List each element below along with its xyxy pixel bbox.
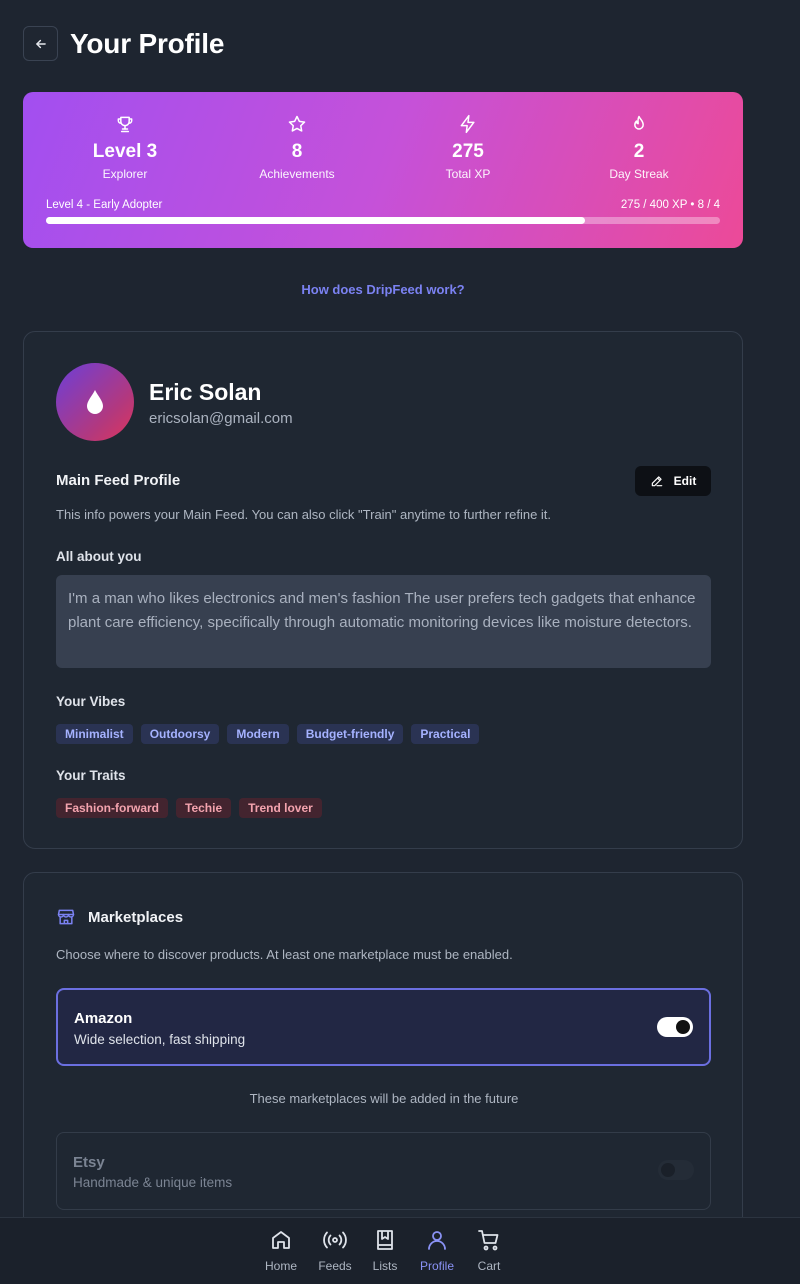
stat-day-streak: 2 Day Streak	[564, 114, 714, 181]
traits-title: Your Traits	[56, 768, 126, 783]
nav-label: Cart	[477, 1259, 501, 1273]
user-icon	[412, 1228, 462, 1254]
back-button[interactable]	[23, 26, 58, 61]
profile-page: Your Profile Level 3 Explorer 8 Achievem…	[0, 0, 800, 1284]
nav-label: Feeds	[318, 1259, 352, 1273]
marketplace-subtitle: Wide selection, fast shipping	[74, 1032, 246, 1047]
xp-progress-text: 275 / 400 XP • 8 / 4	[620, 199, 720, 211]
stat-value: 2	[633, 141, 645, 162]
nav-lists[interactable]: Lists	[360, 1228, 410, 1273]
cart-icon	[464, 1228, 514, 1254]
scroll-area[interactable]: Your Profile Level 3 Explorer 8 Achievem…	[0, 0, 800, 1217]
trait-tag: Techie	[176, 798, 232, 818]
edit-button[interactable]: Edit	[635, 466, 711, 496]
future-marketplaces-note: These marketplaces will be added in the …	[249, 1091, 519, 1106]
stat-value: 275	[452, 141, 484, 162]
main-feed-title: Main Feed Profile	[56, 472, 181, 489]
about-title: All about you	[56, 549, 142, 564]
etsy-toggle	[658, 1160, 694, 1180]
pencil-icon	[651, 476, 662, 487]
main-feed-description: This info powers your Main Feed. You can…	[56, 507, 552, 522]
nav-label: Lists	[372, 1259, 398, 1273]
toggle-knob	[676, 1020, 690, 1034]
page-header: Your Profile	[23, 26, 224, 61]
nav-home[interactable]: Home	[256, 1228, 306, 1273]
stat-level: Level 3 Explorer	[50, 114, 200, 181]
amazon-toggle[interactable]	[657, 1017, 693, 1037]
marketplace-name: Etsy	[73, 1154, 105, 1171]
star-icon	[222, 114, 372, 136]
vibes-title: Your Vibes	[56, 694, 126, 709]
trait-tag: Fashion-forward	[56, 798, 169, 818]
nav-label: Home	[264, 1259, 297, 1273]
marketplaces-header: Marketplaces	[56, 907, 183, 927]
stat-label: Total XP	[445, 167, 491, 181]
nav-profile[interactable]: Profile	[412, 1228, 462, 1273]
flame-icon	[564, 114, 714, 136]
profile-name: Eric Solan	[149, 379, 262, 405]
lightning-icon	[393, 114, 543, 136]
page-title: Your Profile	[70, 27, 225, 59]
vibe-tag: Modern	[227, 724, 289, 744]
level-progress-row: Level 4 - Early Adopter 275 / 400 XP • 8…	[46, 199, 720, 211]
nav-cart[interactable]: Cart	[464, 1228, 514, 1273]
vibe-tag: Practical	[411, 724, 480, 744]
stat-label: Day Streak	[609, 167, 669, 181]
stat-label: Achievements	[259, 167, 335, 181]
stats-card: Level 3 Explorer 8 Achievements 275 Tota…	[23, 92, 743, 248]
marketplace-subtitle: Handmade & unique items	[73, 1175, 233, 1190]
bookmark-book-icon	[360, 1228, 410, 1254]
droplet-icon	[87, 390, 103, 414]
vibe-tag: Minimalist	[56, 724, 133, 744]
trait-tag: Trend lover	[239, 798, 322, 818]
about-text-box[interactable]: I'm a man who likes electronics and men'…	[56, 575, 711, 668]
arrow-left-icon	[35, 39, 46, 48]
vibe-tag: Budget-friendly	[296, 724, 404, 744]
stat-achievements: 8 Achievements	[222, 114, 372, 181]
nav-label: Profile	[419, 1259, 454, 1273]
stat-value: 8	[291, 141, 303, 162]
xp-progress-bar	[46, 217, 720, 224]
storefront-icon	[57, 909, 75, 925]
marketplace-name: Amazon	[74, 1010, 133, 1027]
nav-feeds[interactable]: Feeds	[310, 1228, 360, 1273]
bottom-nav: Home Feeds Lists Profile Cart	[0, 1217, 800, 1284]
xp-progress-fill	[46, 217, 586, 224]
profile-email: ericsolan@gmail.com	[149, 410, 293, 427]
traits-tags: Fashion-forward Techie Trend lover	[56, 798, 322, 818]
how-it-works-link[interactable]: How does DripFeed work?	[0, 282, 766, 297]
stat-label: Explorer	[102, 167, 148, 181]
marketplaces-card: Marketplaces Choose where to discover pr…	[23, 872, 743, 1217]
profile-card: Eric Solan ericsolan@gmail.com Main Feed…	[23, 331, 743, 849]
vibes-tags: Minimalist Outdoorsy Modern Budget-frien…	[56, 724, 480, 744]
avatar	[56, 363, 134, 441]
marketplaces-description: Choose where to discover products. At le…	[56, 947, 513, 962]
home-icon	[256, 1228, 306, 1254]
edit-label: Edit	[673, 474, 697, 488]
broadcast-icon	[310, 1228, 360, 1254]
marketplaces-title: Marketplaces	[88, 908, 184, 926]
marketplace-etsy: Etsy Handmade & unique items	[56, 1132, 711, 1210]
stat-total-xp: 275 Total XP	[393, 114, 543, 181]
stat-value: Level 3	[92, 141, 158, 162]
trophy-icon	[50, 114, 200, 136]
vibe-tag: Outdoorsy	[140, 724, 220, 744]
toggle-knob	[661, 1163, 675, 1177]
next-level-label: Level 4 - Early Adopter	[46, 199, 163, 211]
marketplace-amazon[interactable]: Amazon Wide selection, fast shipping	[56, 988, 711, 1066]
